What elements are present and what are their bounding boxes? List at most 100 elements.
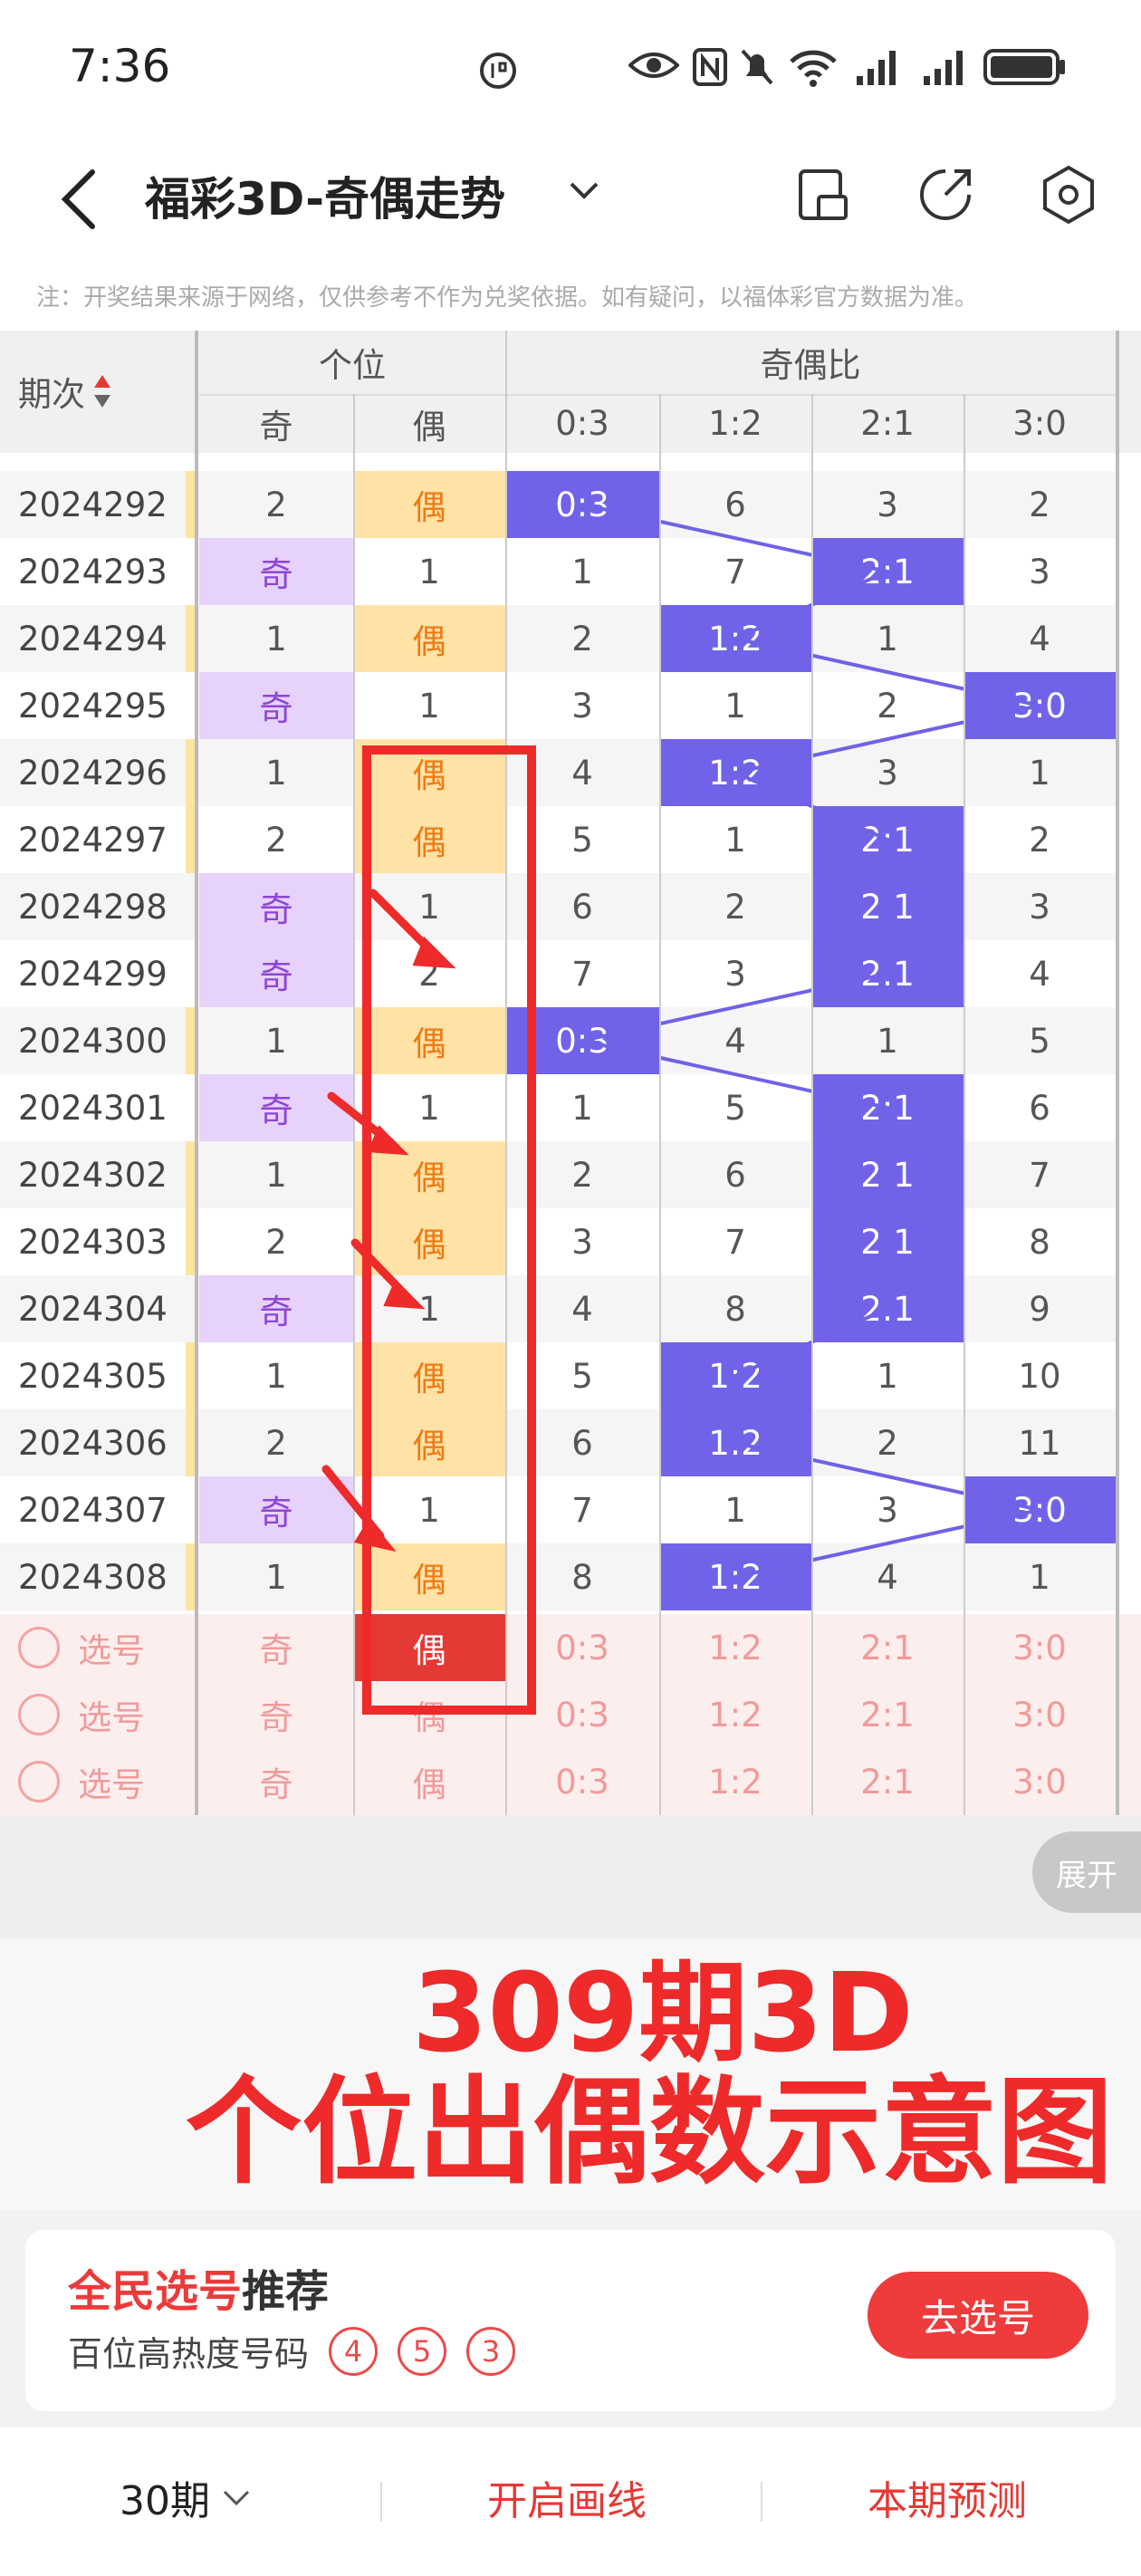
row-marker <box>186 1342 195 1409</box>
ratio-cell: 2 <box>571 619 593 658</box>
ratio-cell: 2 <box>571 1155 593 1195</box>
column-header: 1:2 <box>708 404 762 443</box>
ratio-cell: 8 <box>571 1557 593 1597</box>
divider <box>199 394 1116 396</box>
chevron-down-icon[interactable] <box>566 177 602 204</box>
settings-hexagon-icon[interactable] <box>1032 159 1105 231</box>
ratio-cell: 1 <box>1029 1557 1050 1597</box>
pick-cell[interactable]: 偶 <box>353 1681 505 1748</box>
pick-cell[interactable]: 1:2 <box>659 1681 811 1748</box>
ratio-cell: 1 <box>724 686 746 726</box>
issue-number: 2024304 <box>18 1289 168 1329</box>
radio-circle-icon[interactable] <box>18 1627 60 1668</box>
ratio-cell: 5 <box>571 1356 593 1396</box>
units-cell: 奇 <box>199 1476 353 1543</box>
periods-selector[interactable]: 30期 <box>120 2468 252 2526</box>
pick-cell[interactable]: 0:3 <box>505 1614 659 1681</box>
pick-cell[interactable]: 3:0 <box>964 1748 1116 1815</box>
pick-cell[interactable]: 1:2 <box>659 1748 811 1815</box>
pick-cell[interactable]: 奇 <box>199 1748 353 1815</box>
status-time: 7:36 <box>69 40 171 92</box>
pick-row-label: 选号 <box>78 1631 145 1670</box>
pick-cell[interactable]: 3:0 <box>964 1681 1116 1748</box>
radio-circle-icon[interactable] <box>18 1761 60 1802</box>
ratio-cell: 4 <box>1029 954 1050 994</box>
pick-cell[interactable]: 2:1 <box>811 1748 964 1815</box>
issue-number: 2024301 <box>18 1088 168 1128</box>
issue-header[interactable]: 期次 <box>18 362 181 420</box>
ratio-cell: 2:1 <box>811 1275 964 1342</box>
ratio-cell: 2:1 <box>811 538 964 605</box>
expand-button[interactable]: 展开 <box>1032 1831 1141 1913</box>
ratio-cell: 4 <box>1029 619 1050 658</box>
group-title-ratio: 奇偶比 <box>760 346 861 385</box>
pick-cell[interactable]: 1:2 <box>659 1614 811 1681</box>
pick-cell[interactable]: 奇 <box>199 1681 353 1748</box>
predict-button[interactable]: 本期预测 <box>868 2468 1027 2526</box>
pick-row-selector[interactable]: 选号 <box>18 1748 145 1815</box>
ratio-cell: 4 <box>877 1557 898 1597</box>
ratio-cell: 6 <box>724 1155 746 1195</box>
issue-number: 2024303 <box>18 1222 168 1262</box>
units-cell: 偶 <box>353 605 505 672</box>
units-cell: 2 <box>265 485 287 524</box>
units-cell: 偶 <box>353 1543 505 1610</box>
battery-icon <box>983 49 1065 85</box>
sort-icon[interactable] <box>92 373 112 409</box>
back-arrow-icon[interactable] <box>54 163 109 235</box>
pick-row-selector[interactable]: 选号 <box>18 1614 145 1681</box>
row-marker <box>186 605 195 672</box>
ratio-cell: 8 <box>1029 1222 1050 1262</box>
periods-label: 30期 <box>120 2478 210 2524</box>
ratio-cell: 2:1 <box>811 806 964 873</box>
group-title-units: 个位 <box>319 346 386 385</box>
ratio-cell: 7 <box>724 1222 746 1262</box>
ratio-cell: 1:2 <box>659 1409 811 1476</box>
column-header: 0:3 <box>555 404 609 443</box>
units-cell: 偶 <box>353 1342 505 1409</box>
row-marker <box>186 1208 195 1275</box>
screen-switch-icon[interactable] <box>788 159 860 231</box>
units-cell: 偶 <box>353 471 505 538</box>
units-cell: 偶 <box>353 1409 505 1476</box>
status-bar: 7:36 <box>0 0 1141 136</box>
ratio-cell: 6 <box>1029 1088 1050 1128</box>
hot-number-ball: 4 <box>329 2326 379 2376</box>
pick-cell[interactable]: 偶 <box>353 1748 505 1815</box>
units-cell: 1 <box>418 1490 440 1530</box>
ratio-cell: 1 <box>877 1356 898 1396</box>
recommend-title-black: 推荐 <box>242 2266 330 2317</box>
ratio-cell: 3 <box>877 753 898 793</box>
radio-circle-icon[interactable] <box>18 1694 60 1735</box>
ratio-cell: 1:2 <box>659 1543 811 1610</box>
ratio-cell: 1:2 <box>659 739 811 806</box>
ratio-cell: 2 <box>877 1423 898 1463</box>
draw-line-button[interactable]: 开启画线 <box>487 2468 647 2526</box>
share-icon[interactable] <box>909 159 982 231</box>
row-marker <box>186 1007 195 1074</box>
pick-cell[interactable]: 偶 <box>353 1614 505 1681</box>
units-cell: 1 <box>265 1021 287 1061</box>
pick-cell[interactable]: 2:1 <box>811 1614 964 1681</box>
pick-cell[interactable]: 0:3 <box>505 1681 659 1748</box>
page-title[interactable]: 福彩3D-奇偶走势 <box>145 163 505 228</box>
ratio-cell: 7 <box>571 954 593 994</box>
pick-cell[interactable]: 0:3 <box>505 1748 659 1815</box>
ratio-cell: 3 <box>1029 887 1050 927</box>
pick-row-selector[interactable]: 选号 <box>18 1681 145 1748</box>
go-pick-button[interactable]: 去选号 <box>868 2272 1088 2359</box>
pick-cell[interactable]: 奇 <box>199 1614 353 1681</box>
units-cell: 1 <box>265 753 287 793</box>
pick-cell[interactable]: 2:1 <box>811 1681 964 1748</box>
ratio-cell: 3 <box>724 954 746 994</box>
ratio-cell: 7 <box>724 552 746 591</box>
units-cell: 偶 <box>353 1007 505 1074</box>
grid-line <box>353 394 355 1815</box>
recommend-title-red: 全民选号 <box>68 2266 243 2317</box>
ratio-cell: 1 <box>571 552 593 591</box>
issue-header-label: 期次 <box>18 375 85 414</box>
ratio-cell: 5 <box>1029 1021 1050 1061</box>
pick-cell[interactable]: 3:0 <box>964 1614 1116 1681</box>
hot-number-ball: 3 <box>466 2326 516 2376</box>
overlay-caption-2: 个位出偶数示意图 <box>186 2065 1114 2200</box>
